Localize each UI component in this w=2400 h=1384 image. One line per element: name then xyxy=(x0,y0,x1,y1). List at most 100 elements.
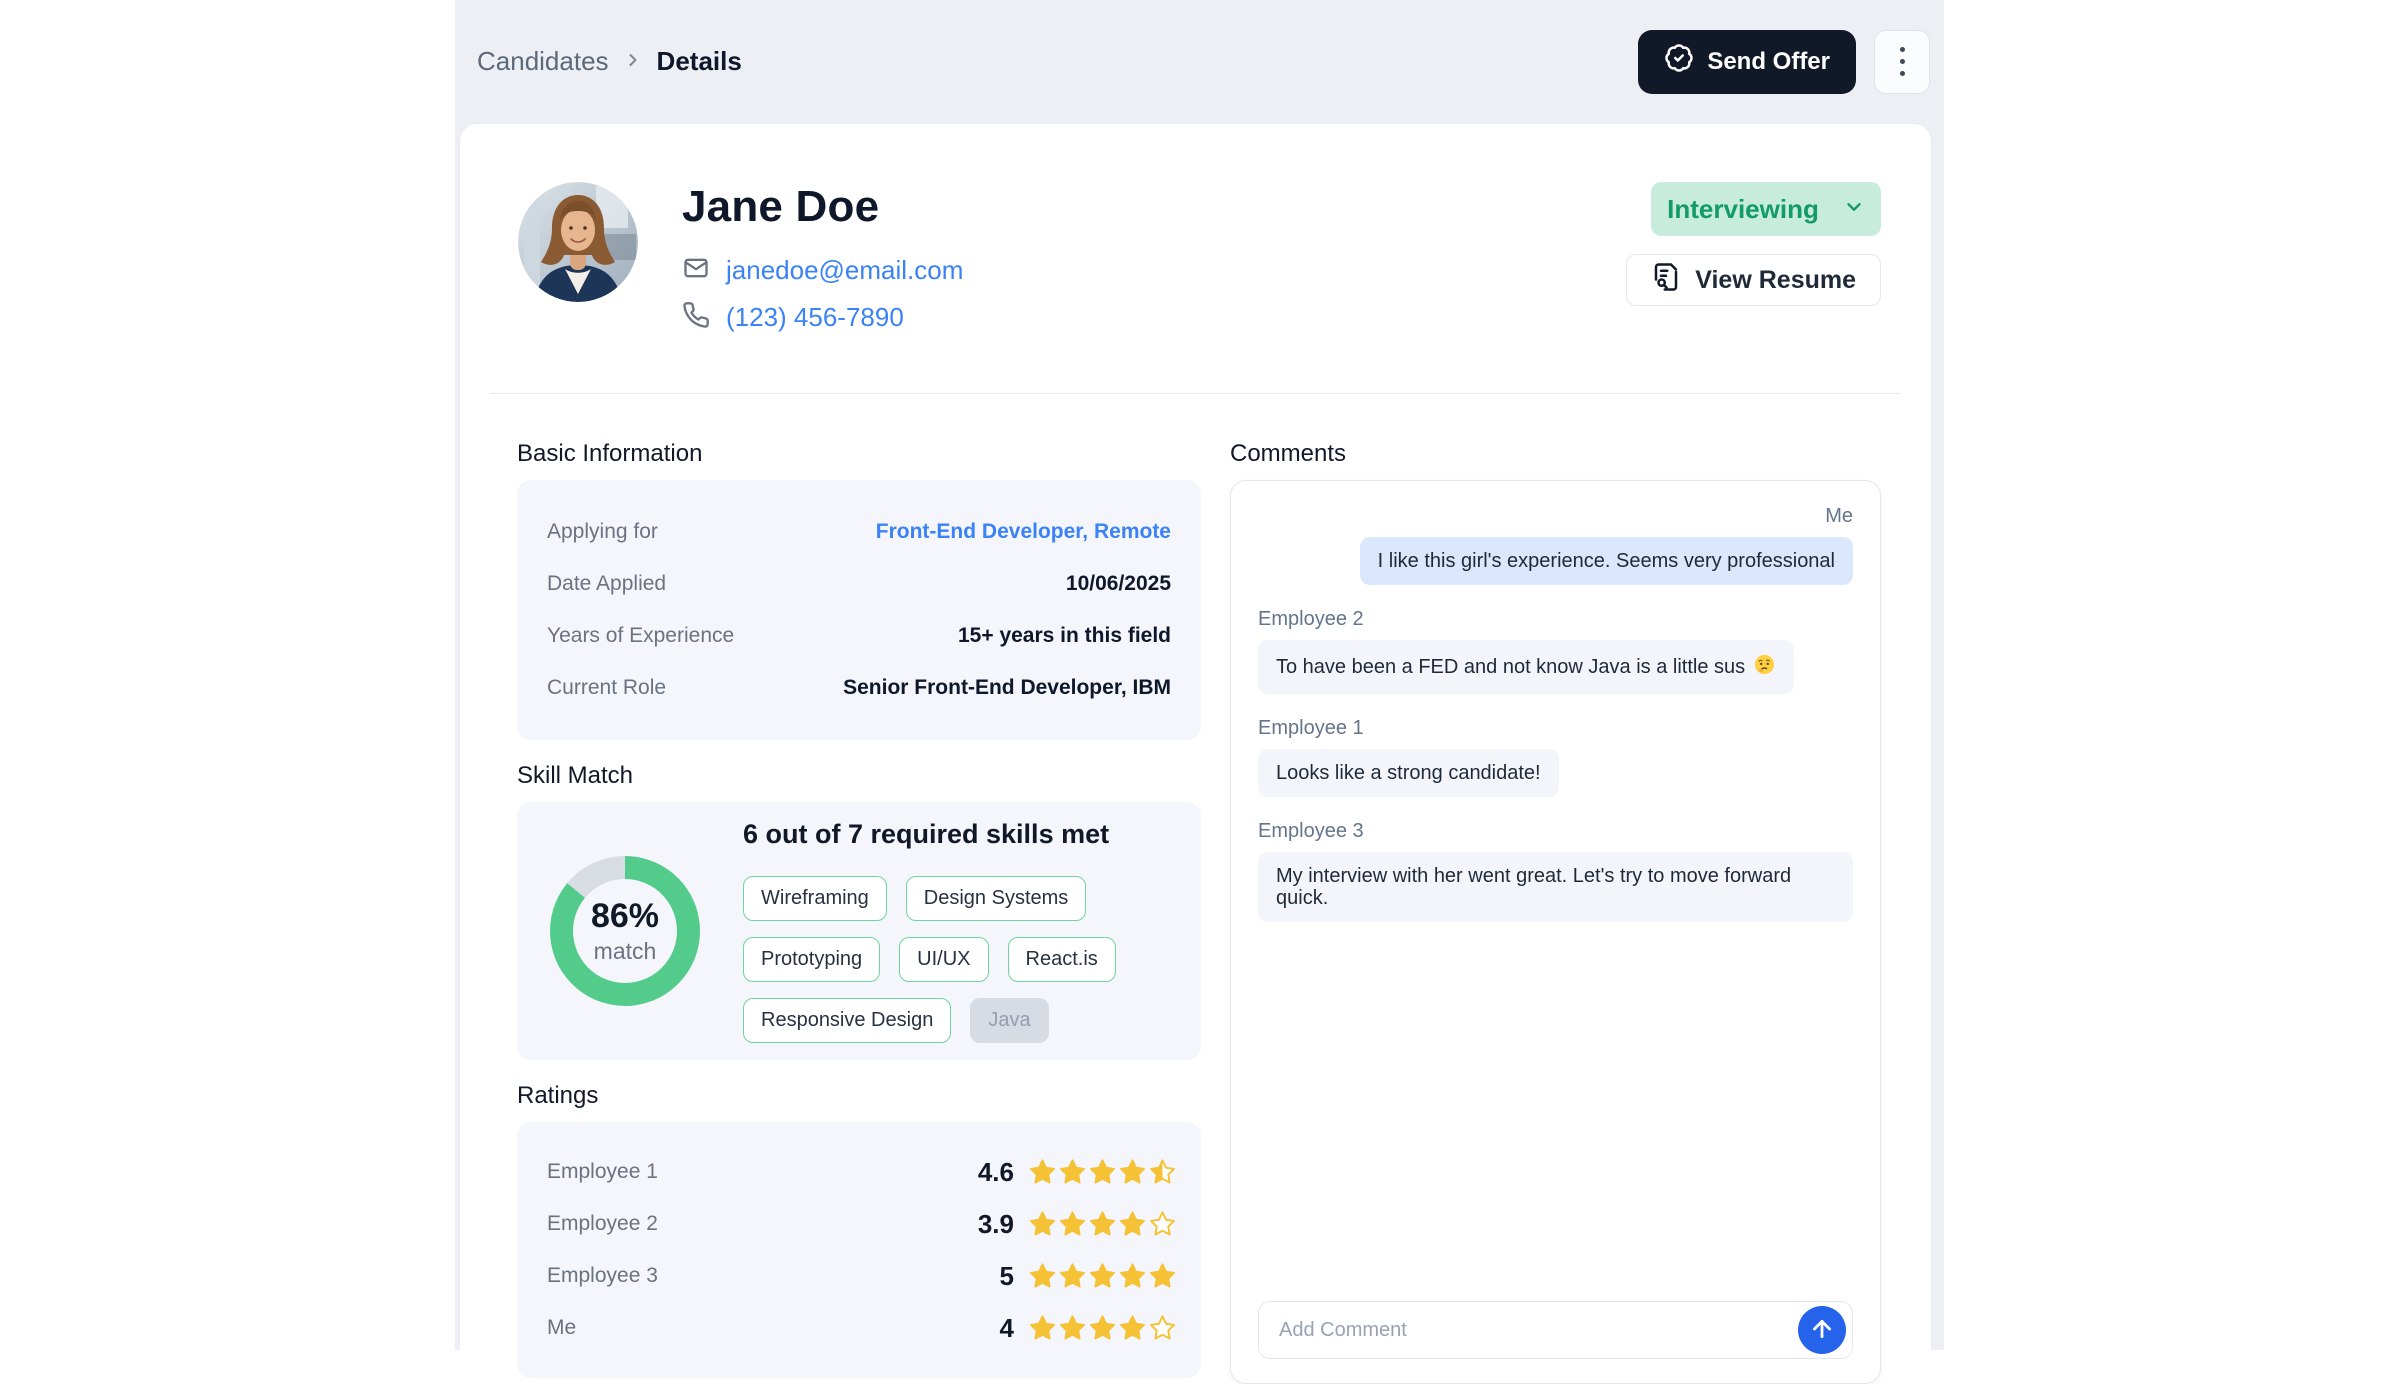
comments-panel: Me I like this girl's experience. Seems v… xyxy=(1230,480,1881,1384)
content-columns: Basic Information Applying for Front-End … xyxy=(460,394,1931,1384)
topbar-actions: Send Offer xyxy=(1638,30,1930,94)
breadcrumb-chevron-icon xyxy=(623,46,643,77)
info-row: Current Role Senior Front-End Developer, … xyxy=(547,662,1171,714)
match-percent: 86% xyxy=(591,897,659,936)
status-dropdown[interactable]: Interviewing xyxy=(1651,182,1881,236)
skill-chip-met: Design Systems xyxy=(906,876,1087,921)
avatar xyxy=(518,182,638,302)
comment-message: Me I like this girl's experience. Seems v… xyxy=(1258,505,1853,585)
comment-author: Employee 3 xyxy=(1258,820,1364,843)
info-label: Years of Experience xyxy=(547,624,734,648)
donut-center: 86% match xyxy=(573,879,677,983)
skill-chip-met: React.is xyxy=(1008,937,1116,982)
info-value: 10/06/2025 xyxy=(1066,572,1171,596)
email-row: janedoe@email.com xyxy=(682,254,963,287)
skill-match-donut: 86% match xyxy=(550,856,700,1006)
candidate-name: Jane Doe xyxy=(682,182,963,232)
skill-match-heading: Skill Match xyxy=(517,762,1201,790)
skill-match-panel: 86% match 6 out of 7 required skills met… xyxy=(517,802,1201,1060)
info-value: Senior Front-End Developer, IBM xyxy=(843,676,1171,700)
rating-stars xyxy=(1028,1314,1177,1343)
skill-chip-unmet: Java xyxy=(970,998,1048,1043)
skill-chip-met: Wireframing xyxy=(743,876,887,921)
rating-name: Me xyxy=(547,1316,576,1340)
view-resume-button[interactable]: View Resume xyxy=(1626,254,1881,306)
ratings-panel: Employee 14.6 Employee 2 3.9 Employee 35Me4 xyxy=(517,1122,1201,1378)
rating-name: Employee 2 xyxy=(547,1212,658,1236)
rating-row: Employee 14.6 xyxy=(547,1146,1177,1198)
kebab-dot xyxy=(1900,59,1905,64)
comment-text: My interview with her went great. Let's … xyxy=(1276,865,1835,909)
thinking-face-emoji-icon xyxy=(1753,653,1776,681)
candidate-phone[interactable]: (123) 456-7890 xyxy=(726,302,904,333)
app-region: Candidates Details Send Offer xyxy=(455,0,1944,1350)
comment-text: To have been a FED and not know Java is … xyxy=(1276,656,1745,678)
comment-text: Looks like a strong candidate! xyxy=(1276,762,1541,784)
comment-bubble: My interview with her went great. Let's … xyxy=(1258,852,1853,922)
badge-check-icon xyxy=(1664,43,1694,80)
info-row: Date Applied 10/06/2025 xyxy=(547,558,1171,610)
candidate-email[interactable]: janedoe@email.com xyxy=(726,255,963,286)
kebab-dot xyxy=(1900,71,1905,76)
comment-message: Employee 1 Looks like a strong candidate! xyxy=(1258,717,1853,797)
view-resume-label: View Resume xyxy=(1695,266,1856,295)
file-search-icon xyxy=(1651,262,1681,299)
kebab-menu-button[interactable] xyxy=(1874,30,1930,94)
rating-row: Employee 2 3.9 xyxy=(547,1198,1177,1250)
profile-header: Jane Doe janedoe@email.com (123) 456-789… xyxy=(460,124,1931,348)
comment-author: Me xyxy=(1825,505,1853,528)
breadcrumb-details: Details xyxy=(657,46,742,77)
info-row: Years of Experience 15+ years in this fie… xyxy=(547,610,1171,662)
info-label: Current Role xyxy=(547,676,666,700)
match-caption: match xyxy=(594,938,657,965)
skill-list: 6 out of 7 required skills met Wireframi… xyxy=(743,819,1173,1043)
left-column: Basic Information Applying for Front-End … xyxy=(517,440,1201,1384)
status-label: Interviewing xyxy=(1667,194,1819,225)
comment-composer xyxy=(1258,1301,1853,1359)
send-offer-button[interactable]: Send Offer xyxy=(1638,30,1856,94)
arrow-up-icon xyxy=(1809,1316,1835,1345)
rating-row: Me4 xyxy=(547,1302,1177,1354)
comment-bubble: Looks like a strong candidate! xyxy=(1258,749,1559,797)
profile-actions: Interviewing View Resume xyxy=(1626,182,1881,306)
chevron-down-icon xyxy=(1843,194,1865,225)
breadcrumb: Candidates Details xyxy=(477,46,742,77)
basic-information-heading: Basic Information xyxy=(517,440,1201,468)
rating-value: 4.6 xyxy=(978,1157,1014,1188)
skills-met-headline: 6 out of 7 required skills met xyxy=(743,819,1173,850)
comment-message: Employee 2To have been a FED and not kno… xyxy=(1258,608,1853,694)
info-label: Applying for xyxy=(547,520,658,544)
comment-bubble: To have been a FED and not know Java is … xyxy=(1258,640,1794,694)
kebab-dot xyxy=(1900,47,1905,52)
candidate-card: Jane Doe janedoe@email.com (123) 456-789… xyxy=(459,123,1932,1350)
send-offer-label: Send Offer xyxy=(1707,48,1830,76)
skill-chips: Wireframing Design Systems Prototyping UI/U… xyxy=(743,876,1173,1043)
send-comment-button[interactable] xyxy=(1798,1306,1846,1354)
phone-icon xyxy=(682,301,710,334)
candidate-identity: Jane Doe janedoe@email.com (123) 456-789… xyxy=(682,182,963,348)
rating-value: 3.9 xyxy=(978,1209,1014,1240)
info-label: Date Applied xyxy=(547,572,666,596)
rating-stars xyxy=(1028,1158,1177,1187)
top-bar: Candidates Details Send Offer xyxy=(455,0,1944,123)
mail-icon xyxy=(682,254,710,287)
thinking-face-emoji xyxy=(1753,653,1776,676)
breadcrumb-candidates[interactable]: Candidates xyxy=(477,46,609,77)
rating-row: Employee 35 xyxy=(547,1250,1177,1302)
info-value: 15+ years in this field xyxy=(958,624,1171,648)
phone-row: (123) 456-7890 xyxy=(682,301,963,334)
comment-bubble: I like this girl's experience. Seems ver… xyxy=(1360,537,1853,585)
rating-value: 5 xyxy=(1000,1261,1014,1292)
add-comment-input[interactable] xyxy=(1258,1301,1853,1359)
comment-messages: Me I like this girl's experience. Seems v… xyxy=(1258,505,1853,1301)
info-row: Applying for Front-End Developer, Remote xyxy=(547,506,1171,558)
page: Candidates Details Send Offer xyxy=(0,0,2400,1350)
comment-author: Employee 1 xyxy=(1258,717,1364,740)
skill-chip-met: Prototyping xyxy=(743,937,880,982)
skill-chip-met: UI/UX xyxy=(899,937,988,982)
comments-heading: Comments xyxy=(1230,440,1881,468)
comment-message: Employee 3 My interview with her went gre… xyxy=(1258,820,1853,922)
rating-stars xyxy=(1028,1210,1177,1239)
basic-information-panel: Applying for Front-End Developer, Remote D… xyxy=(517,480,1201,740)
info-value[interactable]: Front-End Developer, Remote xyxy=(876,520,1171,544)
